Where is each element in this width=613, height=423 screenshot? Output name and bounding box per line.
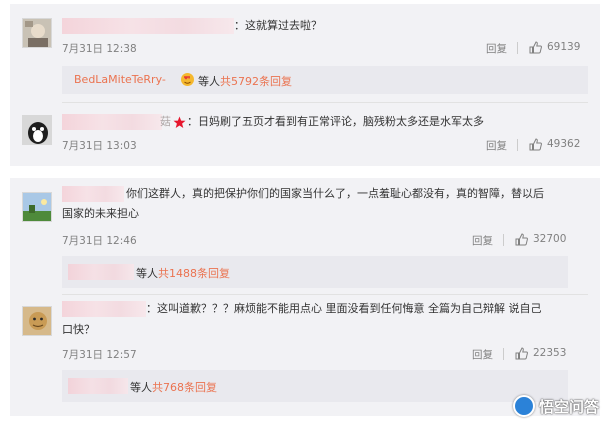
comment-text: ：日妈刷了五页才看到有正常评论，脑残粉太多还是水军太多	[187, 115, 484, 128]
comment-panel-top: ：这就算过去啦？ 7月31日 12:38 回复 69139 BedLaMiteT…	[10, 4, 600, 166]
divider	[517, 139, 518, 151]
view-replies-link[interactable]: 共768条回复	[152, 381, 217, 394]
avatar[interactable]	[22, 192, 52, 222]
view-replies-link[interactable]: 共5792条回复	[220, 75, 292, 88]
redacted-reply-users	[68, 378, 128, 394]
like-count: 69139	[547, 41, 581, 53]
comment-timestamp: 7月31日 12:46	[62, 235, 137, 247]
comment-timestamp: 7月31日 12:57	[62, 349, 137, 361]
comment-panel-bottom: 你们这群人，真的把保护你们的国家当什么了，一点羞耻心都没有，真的智障，替以后 国…	[10, 178, 600, 416]
reply-summary[interactable]: 等人共768条回复	[62, 370, 568, 402]
avatar-image	[23, 193, 51, 221]
avatar-image	[23, 116, 51, 144]
redacted-username	[62, 301, 146, 317]
comment-text-line1: 你们这群人，真的把保护你们的国家当什么了，一点羞耻心都没有，真的智障，替以后	[126, 187, 544, 200]
thumbs-up-icon[interactable]	[529, 41, 542, 54]
comment-divider	[62, 294, 588, 295]
avatar[interactable]	[22, 18, 52, 48]
username-suffix: 菇	[160, 115, 171, 128]
comment-timestamp: 7月31日 13:03	[62, 140, 137, 152]
comment-text: ：这就算过去啦？	[234, 19, 322, 32]
wukong-logo-icon	[512, 395, 535, 417]
reply-summary-mid: 等人	[136, 267, 158, 280]
divider	[517, 42, 518, 54]
divider	[503, 348, 504, 360]
avatar-image	[23, 19, 51, 47]
view-replies-link[interactable]: 共1488条回复	[158, 267, 230, 280]
comment-text-line1: ：这叫道歉？？？麻烦能不能用点心 里面没看到任何悔意 全篇为自己辩解 说自己	[146, 302, 542, 315]
comment-text-line2: 国家的未来担心	[62, 207, 139, 220]
reply-button[interactable]: 回复	[486, 138, 507, 153]
avatar-image	[23, 307, 51, 335]
redacted-reply-users	[68, 264, 134, 280]
heart-face-emoji-icon	[181, 73, 194, 86]
comment-divider	[62, 102, 588, 103]
thumbs-up-icon[interactable]	[529, 138, 542, 151]
watermark-text: 悟空问答	[538, 397, 599, 416]
like-count: 49362	[547, 138, 581, 150]
thumbs-up-icon[interactable]	[515, 347, 528, 360]
reply-summary-mid: 等人	[198, 75, 220, 88]
reply-summary-mid: 等人	[130, 381, 152, 394]
reply-button[interactable]: 回复	[472, 347, 493, 362]
divider	[503, 234, 504, 246]
redacted-username	[62, 18, 234, 34]
red-star-icon	[173, 116, 186, 128]
wukong-watermark: 悟空问答	[512, 395, 599, 417]
reply-button[interactable]: 回复	[486, 41, 507, 56]
reply-summary[interactable]: 等人共1488条回复	[62, 256, 568, 288]
comment-text-line2: 口快？	[62, 323, 95, 336]
redacted-username	[62, 186, 124, 202]
thumbs-up-icon[interactable]	[515, 233, 528, 246]
like-count: 32700	[533, 233, 567, 245]
avatar[interactable]	[22, 115, 52, 145]
redacted-username	[62, 114, 162, 130]
reply-summary[interactable]: BedLaMiteTeRry- 等人共5792条回复	[62, 66, 588, 94]
comment-timestamp: 7月31日 12:38	[62, 43, 137, 55]
reply-users[interactable]: BedLaMiteTeRry-	[74, 73, 166, 86]
reply-button[interactable]: 回复	[472, 233, 493, 248]
like-count: 22353	[533, 347, 567, 359]
avatar[interactable]	[22, 306, 52, 336]
